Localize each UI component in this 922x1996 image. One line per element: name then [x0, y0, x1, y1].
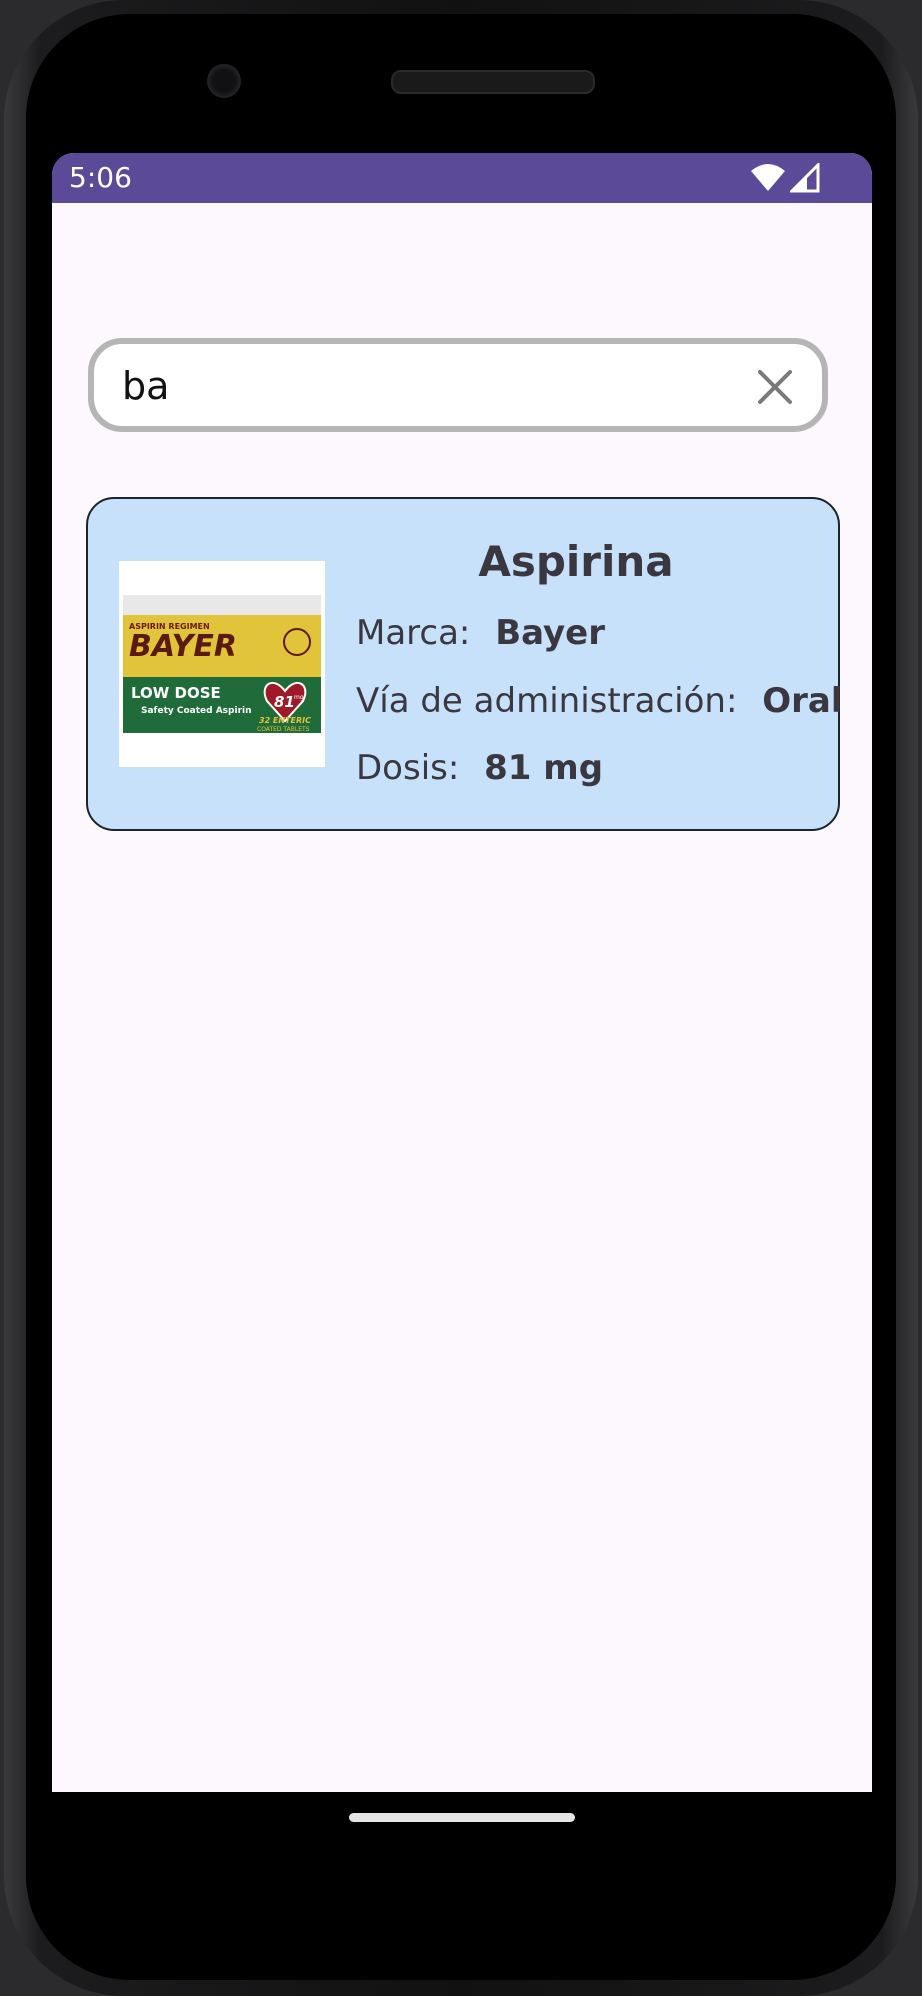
svg-text:Safety Coated Aspirin: Safety Coated Aspirin: [141, 706, 252, 716]
svg-text:mg: mg: [294, 694, 304, 701]
app-screen: 5:06 ba ASPIRIN REGIMEN BAYER LOW DOSE S…: [52, 153, 872, 1792]
svg-text:BAYER: BAYER: [129, 629, 237, 664]
status-bar: 5:06: [52, 153, 872, 203]
svg-text:32 ENTERIC: 32 ENTERIC: [259, 716, 311, 725]
medicine-name: Aspirina: [478, 537, 674, 586]
status-time: 5:06: [69, 161, 132, 194]
search-input[interactable]: [122, 360, 722, 412]
route-row: Vía de administración: Oral: [356, 681, 843, 721]
clear-search-button[interactable]: [754, 366, 796, 408]
route-label: Vía de administración:: [356, 681, 738, 721]
svg-text:LOW DOSE: LOW DOSE: [131, 684, 221, 702]
svg-text:81: 81: [274, 693, 295, 711]
product-image: ASPIRIN REGIMEN BAYER LOW DOSE Safety Co…: [119, 561, 325, 767]
medicine-card[interactable]: ASPIRIN REGIMEN BAYER LOW DOSE Safety Co…: [86, 497, 843, 831]
search-bar[interactable]: [88, 338, 828, 432]
status-icons: [750, 161, 820, 197]
wifi-icon: [750, 163, 786, 197]
route-value: Oral: [762, 681, 843, 721]
earpiece-speaker: [391, 70, 595, 94]
front-camera: [207, 64, 241, 98]
dose-label: Dosis:: [356, 748, 460, 788]
brand-row: Marca: Bayer: [356, 613, 605, 653]
svg-text:COATED TABLETS: COATED TABLETS: [257, 726, 310, 733]
signal-icon: [788, 161, 820, 197]
dose-value: 81 mg: [484, 748, 604, 788]
brand-label: Marca:: [356, 613, 471, 653]
brand-value: Bayer: [495, 613, 606, 653]
dose-row: Dosis: 81 mg: [356, 748, 603, 788]
close-icon: [758, 370, 792, 404]
home-indicator[interactable]: [349, 1813, 575, 1822]
